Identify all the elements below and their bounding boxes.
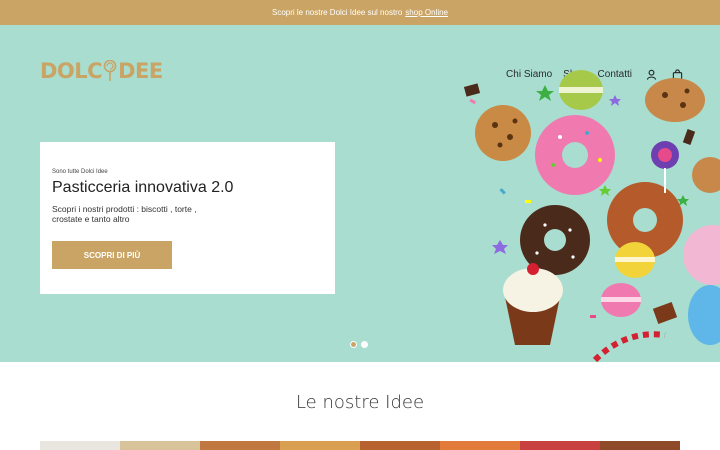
slider-dots bbox=[350, 341, 368, 348]
hero-banner: DOLC DEE Chi Siamo Shop Contatti Sono tu… bbox=[0, 25, 720, 362]
hero-card: Sono tutte Dolci Idee Pasticceria innova… bbox=[40, 142, 335, 294]
ideas-image-strip bbox=[40, 441, 680, 450]
slide-dot-2[interactable] bbox=[361, 341, 368, 348]
hero-description: Scopri i nostri prodotti : biscotti , to… bbox=[52, 204, 197, 224]
slide-dot-1[interactable] bbox=[350, 341, 357, 348]
announcement-shop-link[interactable]: shop Online bbox=[405, 8, 448, 17]
hero-title: Pasticceria innovativa 2.0 bbox=[52, 179, 234, 196]
announcement-text: Scopri le nostre Dolci Idee sul nostro bbox=[272, 8, 403, 17]
announcement-bar: Scopri le nostre Dolci Idee sul nostro s… bbox=[0, 0, 720, 25]
logo-text-left: DOLC bbox=[40, 59, 103, 83]
hero-eyebrow: Sono tutte Dolci Idee bbox=[52, 169, 108, 175]
sweets-illustration bbox=[463, 70, 720, 362]
discover-more-button[interactable]: SCOPRI DI PIÙ bbox=[52, 241, 172, 269]
logo-text-right: DEE bbox=[118, 59, 163, 83]
section-title: Le nostre Idee bbox=[295, 392, 425, 413]
brand-logo[interactable]: DOLC DEE bbox=[40, 57, 163, 85]
lollipop-icon bbox=[103, 60, 117, 81]
